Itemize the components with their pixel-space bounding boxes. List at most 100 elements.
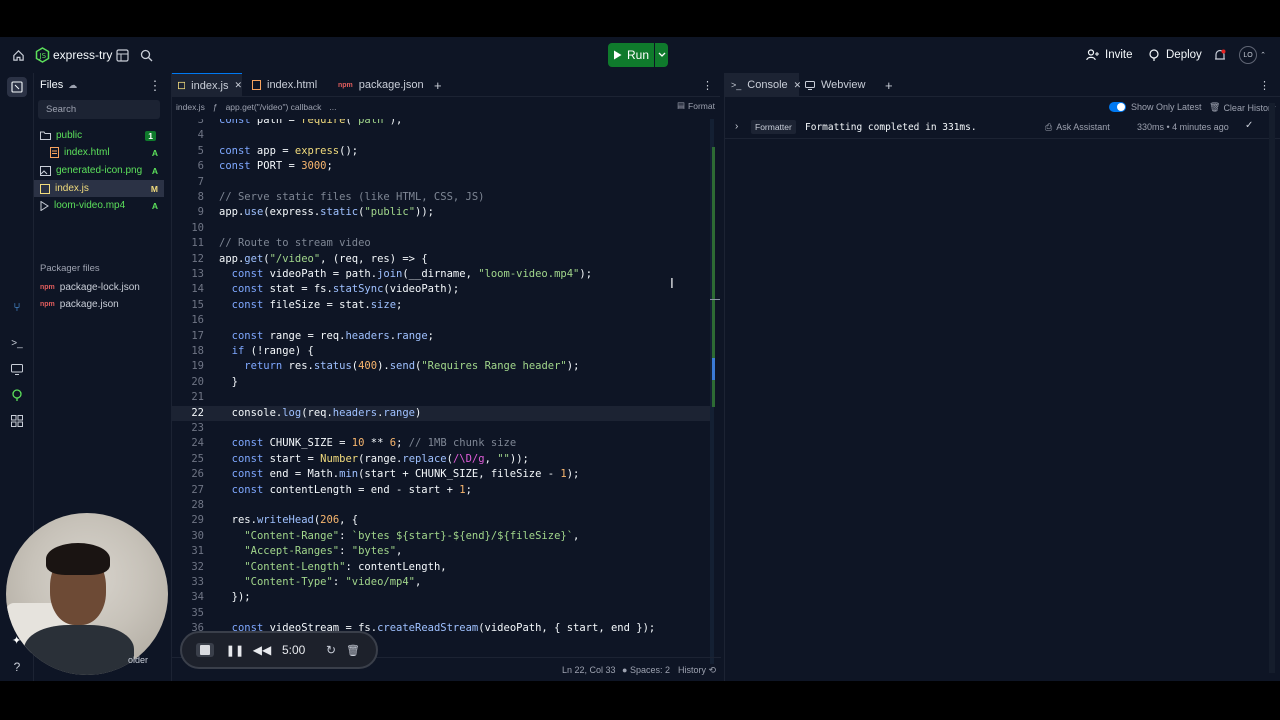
help-icon[interactable]: ? — [9, 659, 25, 675]
tab-index-html[interactable]: index.html — [252, 73, 334, 97]
code-line[interactable]: 11 // Route to stream video — [172, 236, 712, 251]
code-line[interactable]: 3 const path = require("path"); — [172, 119, 712, 128]
code-line[interactable]: 35 — [172, 606, 712, 621]
indentation-setting[interactable]: ● Spaces: 2 — [622, 665, 670, 675]
code-line[interactable]: 16 — [172, 313, 712, 328]
code-line[interactable]: 34 }); — [172, 590, 712, 605]
deployments-icon[interactable] — [9, 387, 25, 403]
file-item-public[interactable]: public 1 — [34, 127, 164, 144]
code-line[interactable]: 28 — [172, 498, 712, 513]
add-tab-button[interactable]: + — [885, 73, 901, 97]
add-tab-button[interactable]: + — [434, 73, 450, 97]
layout-icon[interactable] — [114, 47, 130, 63]
toggle-switch[interactable] — [1109, 102, 1126, 112]
code-line[interactable]: 14 const stat = fs.statSync(videoPath); — [172, 282, 712, 297]
line-content: // Serve static files (like HTML, CSS, J… — [219, 191, 485, 203]
code-line[interactable]: 23 — [172, 421, 712, 436]
code-line[interactable]: 12 app.get("/video", (req, res) => { — [172, 252, 712, 267]
run-label: Run — [626, 48, 649, 62]
code-line[interactable]: 20 } — [172, 375, 712, 390]
close-icon[interactable]: ✕ — [794, 80, 802, 91]
files-tool-icon[interactable] — [7, 77, 27, 97]
rewind-button[interactable]: ◀◀ — [253, 643, 271, 657]
file-item-package-json[interactable]: npm package.json — [34, 296, 164, 313]
tab-package-json[interactable]: npm package.json — [338, 73, 430, 97]
webcam-bubble[interactable] — [6, 513, 168, 675]
pause-button[interactable]: ❚❚ — [226, 643, 244, 657]
file-item-index-js[interactable]: index.js M — [34, 180, 164, 197]
cursor-position[interactable]: Ln 22, Col 33 — [562, 665, 616, 675]
files-search-input[interactable]: Search — [38, 100, 160, 119]
code-line[interactable]: 4 — [172, 128, 712, 143]
stop-recording-button[interactable] — [196, 643, 214, 657]
code-line[interactable]: 24 const CHUNK_SIZE = 10 ** 6; // 1MB ch… — [172, 436, 712, 451]
tab-index-js[interactable]: index.js ✕ — [172, 73, 242, 97]
tabs-menu-icon[interactable]: ⋮ — [702, 73, 714, 97]
code-line[interactable]: 19 return res.status(400).send("Requires… — [172, 359, 712, 374]
format-button[interactable]: ▤ Format — [677, 100, 715, 111]
code-line[interactable]: 22 console.log(req.headers.range) — [172, 405, 712, 421]
file-item-index-html[interactable]: index.html A — [34, 144, 164, 161]
tab-console[interactable]: >_ Console ✕ — [725, 73, 802, 97]
file-item-loom-video[interactable]: loom-video.mp4 A — [34, 197, 164, 214]
webview-icon[interactable] — [9, 361, 25, 377]
console-entry[interactable]: › Formatter Formatting completed in 331m… — [725, 117, 1280, 139]
code-line[interactable]: 9 app.use(express.static("public")); — [172, 205, 712, 220]
code-line[interactable]: 31 "Accept-Ranges": "bytes", — [172, 544, 712, 559]
file-item-generated-icon[interactable]: generated-icon.png A — [34, 162, 164, 179]
code-line[interactable]: 30 "Content-Range": `bytes ${start}-${en… — [172, 529, 712, 544]
webcam-person-hair — [46, 543, 110, 575]
breadcrumb-symbol[interactable]: app.get("/video") callback — [226, 102, 322, 112]
ask-assistant-button[interactable]: ⎙ Ask Assistant — [1045, 122, 1110, 133]
search-icon[interactable] — [138, 47, 154, 63]
code-line[interactable]: 26 const end = Math.min(start + CHUNK_SI… — [172, 467, 712, 482]
code-line[interactable]: 25 const start = Number(range.replace(/\… — [172, 452, 712, 467]
console-scrollbar[interactable] — [1269, 103, 1275, 673]
home-icon[interactable] — [9, 47, 27, 63]
scroll-thumb[interactable] — [710, 299, 720, 300]
restart-icon[interactable]: ↻ — [324, 643, 338, 657]
code-line[interactable]: 8 // Serve static files (like HTML, CSS, … — [172, 190, 712, 205]
html-icon — [50, 147, 59, 158]
code-line[interactable]: 7 — [172, 175, 712, 190]
avatar[interactable]: LO — [1239, 46, 1257, 64]
delete-recording-icon[interactable]: 🗑︎ — [346, 643, 360, 657]
line-content: return res.status(400).send("Requires Ra… — [244, 360, 580, 373]
code-line[interactable]: 32 "Content-Length": contentLength, — [172, 560, 712, 575]
run-dropdown-button[interactable] — [655, 43, 668, 67]
file-item-package-lock[interactable]: npm package-lock.json — [34, 279, 164, 296]
line-number: 23 — [191, 422, 204, 434]
code-line[interactable]: 6 const PORT = 3000; — [172, 159, 712, 174]
code-lines[interactable]: 3 const path = require("path"); 4 5 const ap… — [172, 119, 712, 665]
code-line[interactable]: 13 const videoPath = path.join(__dirname… — [172, 267, 712, 282]
code-line[interactable]: 27 const contentLength = end - start + 1… — [172, 483, 712, 498]
shell-icon[interactable]: >_ — [9, 335, 25, 351]
tab-webview[interactable]: Webview — [805, 73, 875, 97]
code-line[interactable]: 33 "Content-Type": "video/mp4", — [172, 575, 712, 590]
run-button[interactable]: Run — [608, 43, 654, 67]
breadcrumb-file[interactable]: index.js — [176, 102, 205, 112]
code-line[interactable]: 29 res.writeHead(206, { — [172, 513, 712, 528]
project-name[interactable]: express-try — [53, 48, 112, 62]
code-line[interactable]: 18 if (!range) { — [172, 344, 712, 359]
code-line[interactable]: 17 const range = req.headers.range; — [172, 329, 712, 344]
clear-history-button[interactable]: 🗑︎ Clear History — [1209, 102, 1275, 113]
files-menu-icon[interactable]: ⋮ — [148, 78, 162, 93]
code-line[interactable]: 5 const app = express(); — [172, 144, 712, 159]
all-tools-icon[interactable] — [9, 413, 25, 429]
line-content: res.writeHead(206, { — [219, 514, 359, 527]
notifications-bell-icon[interactable] — [1212, 47, 1228, 63]
deploy-button[interactable]: Deploy — [1144, 43, 1202, 67]
code-line[interactable]: 15 const fileSize = stat.size; — [172, 298, 712, 313]
show-only-latest-toggle[interactable]: Show Only Latest — [1109, 102, 1202, 112]
console-pane: >_ Console ✕ Webview + ⋮ Show Only Lates… — [724, 73, 1280, 681]
avatar-dropdown-icon[interactable]: ⌃ — [1258, 49, 1268, 61]
pane-menu-icon[interactable]: ⋮ — [1259, 73, 1271, 97]
expand-chevron-icon[interactable]: › — [735, 121, 738, 132]
history-button[interactable]: History ⟲ — [678, 665, 716, 676]
invite-button[interactable]: Invite — [1080, 43, 1140, 67]
git-icon[interactable]: ⑂ — [9, 299, 25, 315]
code-line[interactable]: 21 — [172, 390, 712, 405]
close-icon[interactable]: ✕ — [234, 80, 242, 91]
code-line[interactable]: 10 — [172, 221, 712, 236]
